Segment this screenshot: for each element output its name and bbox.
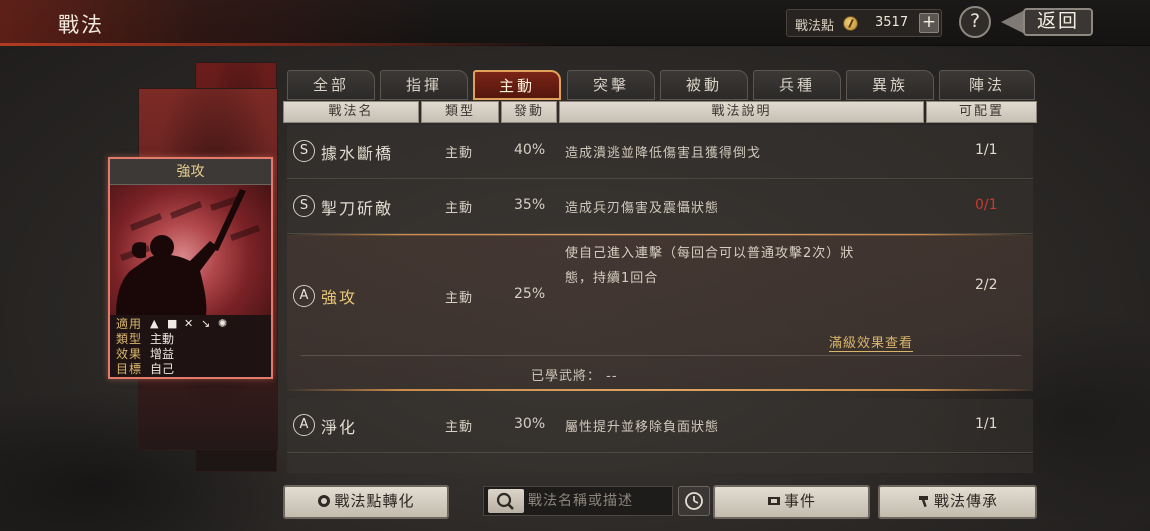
target-key: 目標 — [116, 362, 143, 376]
category-tabs: 全部 指揮 主動 突擊 被動 兵種 異族 陣法 — [287, 70, 1037, 100]
skill-name: 淨化 — [321, 418, 358, 437]
skill-row[interactable]: S 掣刀斫敵 主動 35% 造成兵刃傷害及震懾狀態 0/1 — [287, 180, 1033, 234]
skill-slots: 1/1 — [975, 416, 998, 432]
skill-slots: 2/2 — [975, 277, 998, 293]
search-icon — [496, 492, 514, 510]
spear-icon: ↘ — [201, 317, 211, 330]
selection-border-bottom — [287, 389, 1033, 391]
column-header: 戰法名 類型 發動 戰法說明 可配置 — [283, 101, 1037, 123]
bow-icon: ✕ — [184, 317, 194, 330]
selected-skill-card: 強攻 適用 ▲ ■ ✕ ↘ ✺ 類型 主動 效果 增益 目標 自己 — [108, 157, 273, 379]
skill-row[interactable] — [287, 454, 1033, 473]
inherit-skill-button[interactable]: 戰法傳承 — [878, 485, 1037, 519]
back-button[interactable]: 返回 — [1001, 6, 1101, 38]
convert-icon — [318, 495, 331, 507]
coin-icon — [843, 16, 858, 31]
skill-description: 造成潰逃並降低傷害且獲得倒戈 — [565, 146, 762, 161]
skill-rate: 30% — [514, 416, 546, 432]
tab-formation[interactable]: 陣法 — [939, 70, 1035, 100]
back-label: 返回 — [1023, 8, 1093, 36]
hammer-icon — [918, 496, 928, 508]
divider — [301, 355, 1021, 356]
skill-slots: 1/1 — [975, 142, 998, 158]
grade-badge: S — [293, 140, 315, 162]
learned-generals: 已學武將： -- — [531, 369, 618, 384]
tab-assault[interactable]: 突擊 — [567, 70, 655, 100]
tab-foreign[interactable]: 異族 — [846, 70, 934, 100]
skill-type: 主動 — [445, 291, 474, 306]
skill-description: 造成兵刃傷害及震懾狀態 — [565, 201, 720, 216]
col-slots[interactable]: 可配置 — [926, 101, 1037, 123]
col-type[interactable]: 類型 — [421, 101, 499, 123]
skill-type: 主動 — [445, 420, 474, 435]
grade-badge: A — [293, 414, 315, 436]
target-value: 自己 — [150, 362, 175, 376]
skill-type: 主動 — [445, 146, 474, 161]
troop-type-icons: ▲ ■ ✕ ↘ ✺ — [150, 318, 230, 329]
tab-troop[interactable]: 兵種 — [753, 70, 841, 100]
search-box — [483, 486, 673, 516]
skill-rate: 35% — [514, 197, 546, 213]
cavalry-icon: ▲ — [150, 317, 159, 330]
skill-description: 屬性提升並移除負面狀態 — [565, 420, 720, 435]
help-button[interactable]: ? — [959, 6, 991, 38]
card-title: 強攻 — [110, 159, 271, 185]
skill-row-selected[interactable]: A 強攻 主動 25% 使自己進入連擊（每回合可以普通攻擊2次）狀 態，持續1回… — [287, 235, 1033, 391]
tab-command[interactable]: 指揮 — [380, 70, 468, 100]
skill-type: 主動 — [445, 201, 474, 216]
card-artwork — [110, 185, 271, 315]
skill-name: 掣刀斫敵 — [321, 199, 394, 218]
skill-list[interactable]: S 據水斷橋 主動 40% 造成潰逃並降低傷害且獲得倒戈 1/1 S 掣刀斫敵 … — [283, 123, 1037, 473]
history-button[interactable] — [678, 486, 710, 516]
search-input[interactable] — [528, 489, 668, 513]
wheel-icon: ✺ — [218, 317, 228, 330]
grade-badge: S — [293, 195, 315, 217]
skill-row[interactable]: S 據水斷橋 主動 40% 造成潰逃並降低傷害且獲得倒戈 1/1 — [287, 125, 1033, 179]
search-button[interactable] — [488, 489, 524, 513]
col-skill-name[interactable]: 戰法名 — [283, 101, 419, 123]
shield-icon: ■ — [167, 317, 178, 330]
tab-active[interactable]: 主動 — [473, 70, 561, 100]
convert-points-button[interactable]: 戰法點轉化 — [283, 485, 449, 519]
skill-row[interactable]: A 淨化 主動 30% 屬性提升並移除負面狀態 1/1 — [287, 399, 1033, 453]
col-description: 戰法說明 — [559, 101, 924, 123]
skill-description: 使自己進入連擊（每回合可以普通攻擊2次）狀 態，持續1回合 — [565, 246, 855, 286]
skill-name: 強攻 — [321, 288, 358, 307]
ticket-icon — [767, 497, 780, 505]
skill-points-label: 戰法點 — [795, 19, 835, 34]
event-button[interactable]: 事件 — [713, 485, 870, 519]
skill-points-box: 戰法點 3517 + — [786, 9, 942, 37]
tab-all[interactable]: 全部 — [287, 70, 375, 100]
col-rate[interactable]: 發動 — [501, 101, 557, 123]
top-bar: 戰法 戰法點 3517 + ? 返回 — [0, 0, 1150, 46]
add-points-button[interactable]: + — [919, 13, 939, 33]
skill-rate: 40% — [514, 142, 546, 158]
skill-name: 據水斷橋 — [321, 144, 394, 163]
skill-slots: 0/1 — [975, 197, 998, 213]
max-level-effect-link[interactable]: 滿級效果查看 — [829, 332, 914, 352]
page-title: 戰法 — [58, 13, 104, 37]
skill-rate: 25% — [514, 286, 546, 302]
warrior-silhouette-icon — [116, 189, 260, 315]
skill-points-value: 3517 — [875, 15, 909, 30]
clock-icon — [685, 492, 703, 510]
tab-passive[interactable]: 被動 — [660, 70, 748, 100]
card-info: 適用 ▲ ■ ✕ ↘ ✺ 類型 主動 效果 增益 目標 自己 — [110, 315, 271, 377]
back-arrow-icon — [1001, 11, 1023, 33]
grade-badge: A — [293, 285, 315, 307]
